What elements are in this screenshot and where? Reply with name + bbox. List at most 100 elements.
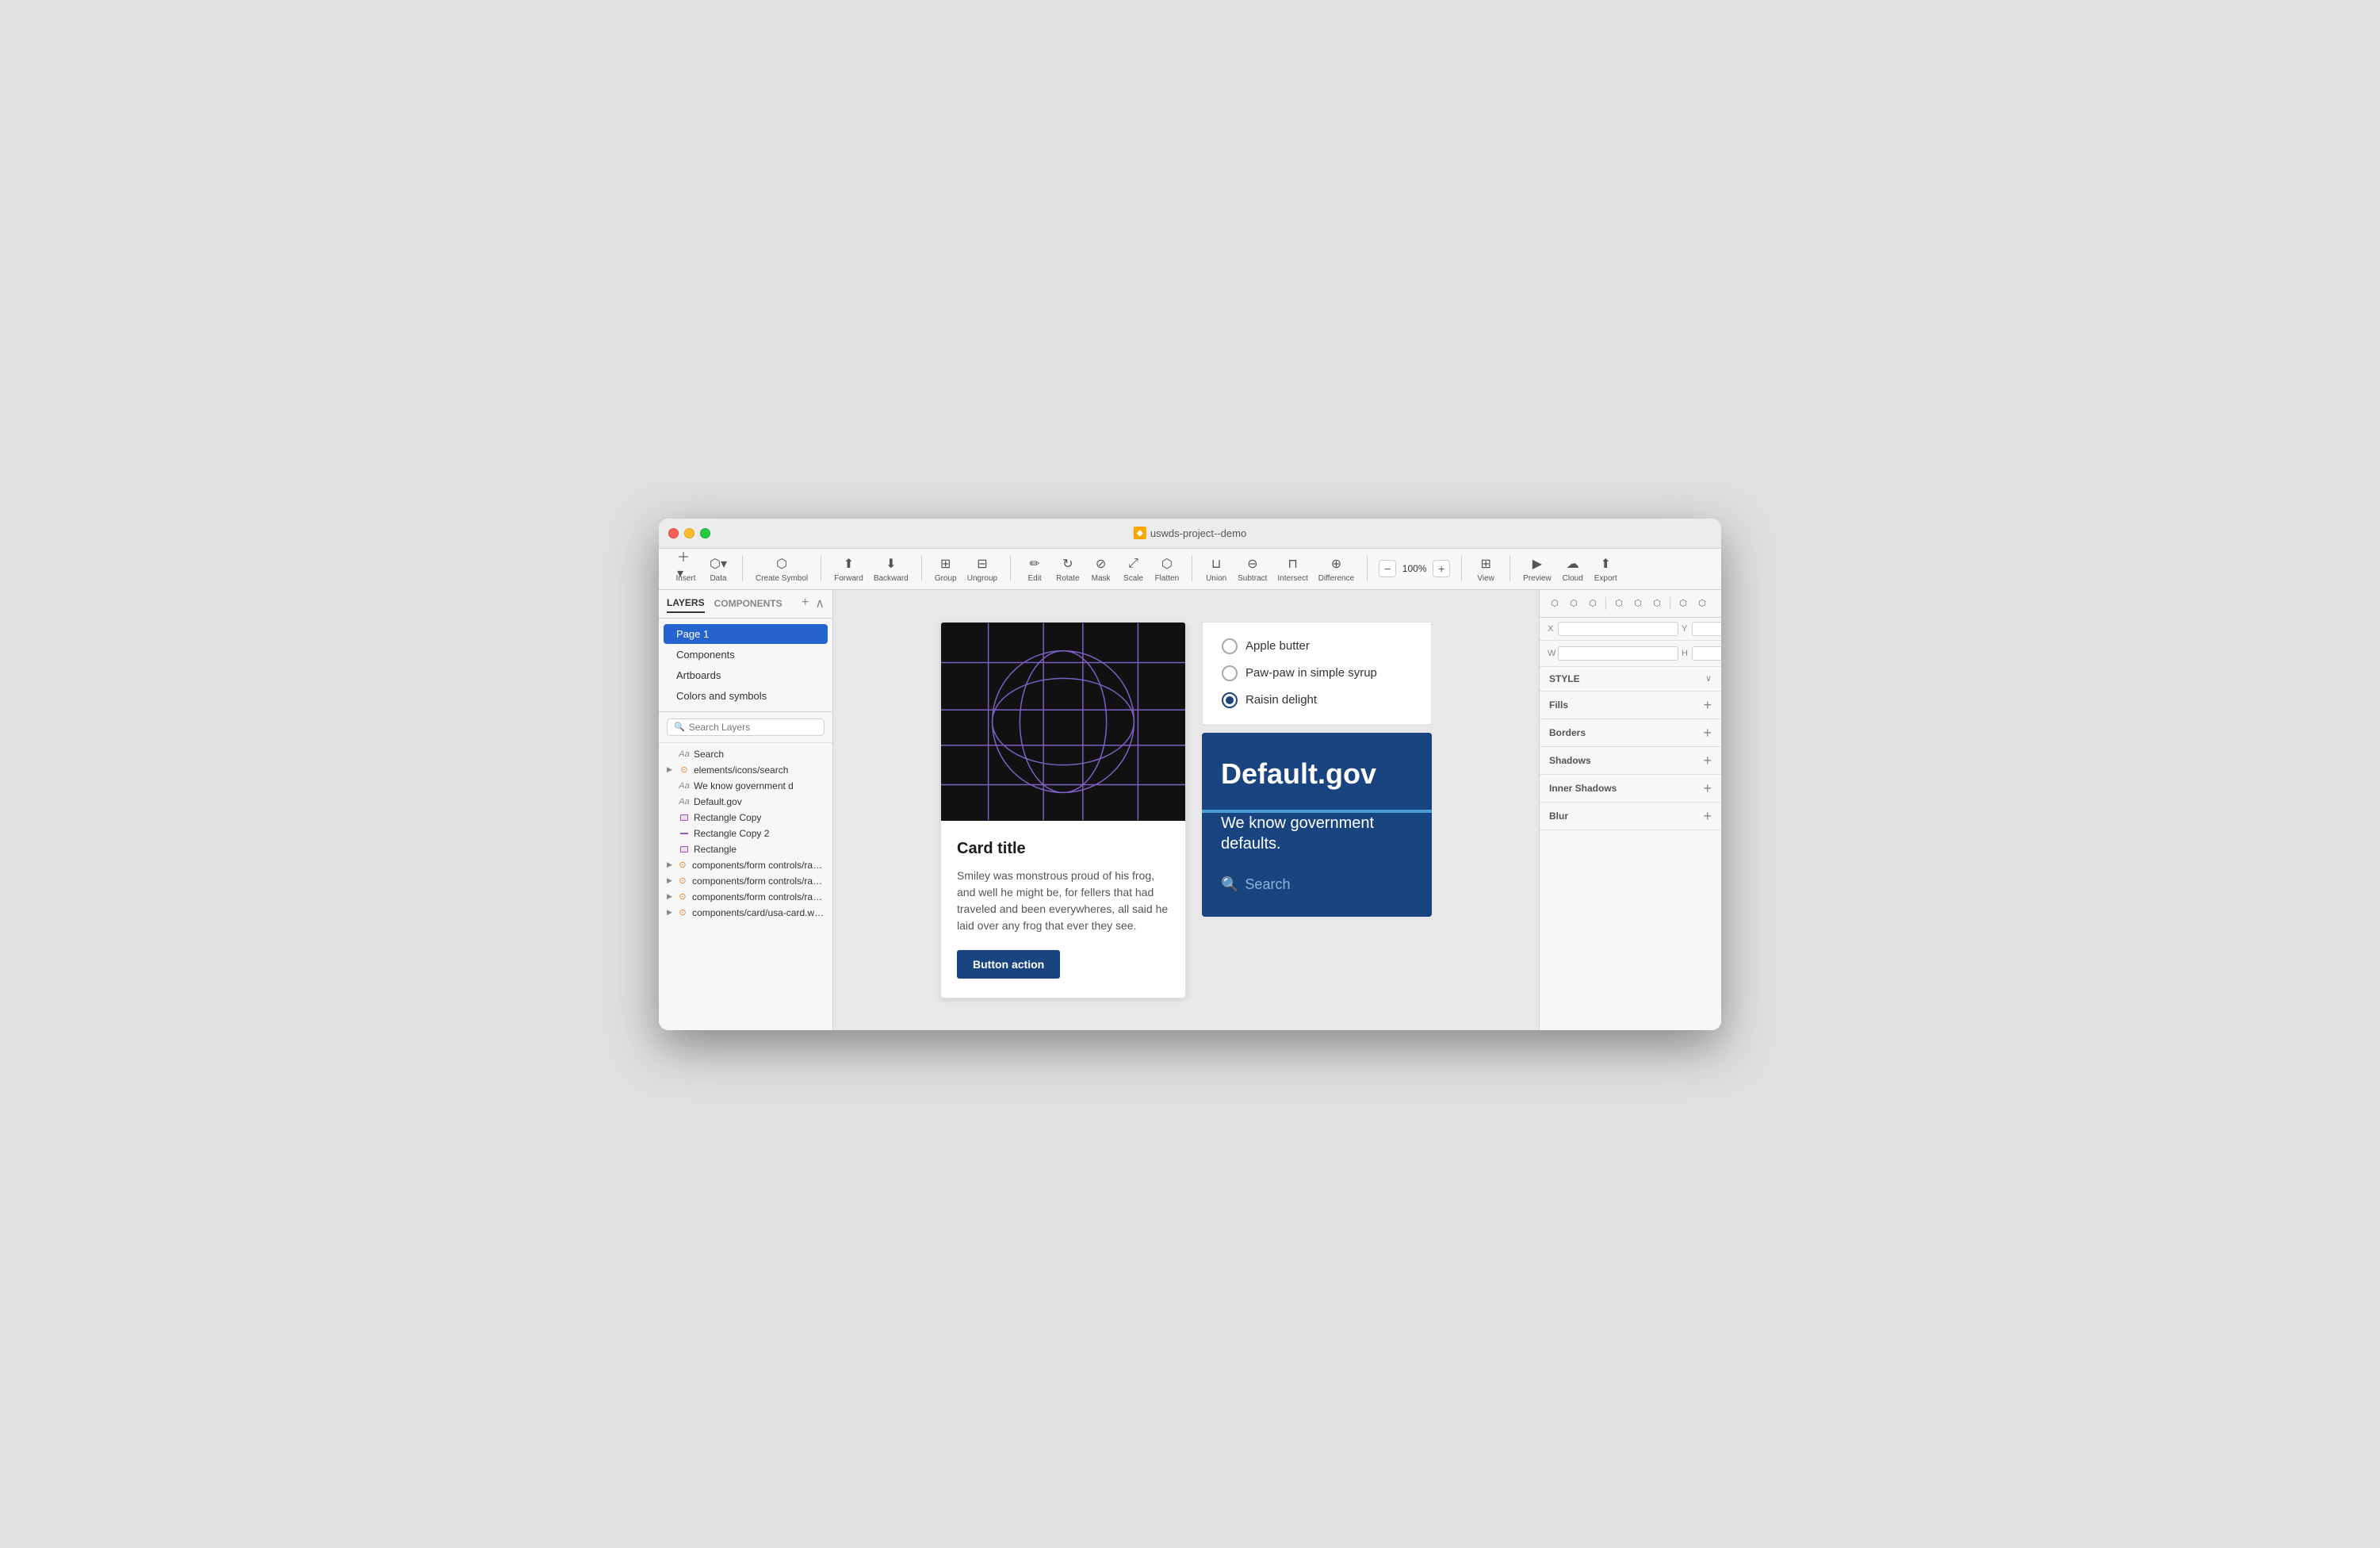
add-fill-button[interactable]: +: [1703, 698, 1712, 712]
list-item[interactable]: Rectangle Copy 2: [659, 826, 832, 841]
data-icon: ⬡▾: [710, 555, 727, 573]
align-bottom-button[interactable]: ⬡: [1648, 595, 1666, 612]
layer-name: Search: [694, 749, 724, 760]
canvas-area[interactable]: Card title Smiley was monstrous proud of…: [833, 590, 1539, 1030]
h-input[interactable]: [1692, 646, 1721, 661]
add-inner-shadow-button[interactable]: +: [1703, 781, 1712, 795]
page-item-artboards[interactable]: Artboards: [664, 665, 828, 685]
fills-header[interactable]: Fills +: [1540, 692, 1721, 718]
preview-button[interactable]: ▶ Preview: [1518, 553, 1556, 585]
x-label: X: [1548, 624, 1555, 634]
align-left-button[interactable]: ⬡: [1546, 595, 1563, 612]
list-item[interactable]: ▶ ⊙ components/form controls/radio butto…: [659, 873, 832, 889]
collapse-sidebar-button[interactable]: ∧: [815, 596, 825, 611]
borders-header[interactable]: Borders +: [1540, 719, 1721, 746]
zoom-plus-button[interactable]: +: [1433, 560, 1450, 577]
radio-circle-2[interactable]: [1222, 665, 1238, 681]
coords-wh-row: W H 🔒 ⬡: [1540, 641, 1721, 667]
w-input[interactable]: [1558, 646, 1678, 661]
page-item-colors[interactable]: Colors and symbols: [664, 686, 828, 706]
layer-name: components/form controls/radio butto...: [692, 876, 825, 887]
radio-circle-1[interactable]: [1222, 638, 1238, 654]
preview-icon: ▶: [1529, 555, 1546, 573]
distribute-v-button[interactable]: ⬡: [1693, 595, 1711, 612]
list-item[interactable]: Rectangle Copy: [659, 810, 832, 826]
page-item-components[interactable]: Components: [664, 645, 828, 665]
data-button[interactable]: ⬡▾ Data: [702, 553, 734, 585]
list-item[interactable]: ▶ ⊙ components/form controls/radio butto…: [659, 889, 832, 905]
x-input[interactable]: [1558, 622, 1678, 636]
expand-arrow: ▶: [667, 860, 673, 869]
align-right-button[interactable]: ⬡: [1584, 595, 1601, 612]
export-button[interactable]: ⬆ Export: [1590, 553, 1622, 585]
union-button[interactable]: ⊔ Union: [1200, 553, 1232, 585]
gov-card: Default.gov We know government defaults.…: [1202, 733, 1432, 917]
list-item[interactable]: ▶ ⊙ components/card/usa-card.with-medi..…: [659, 905, 832, 921]
insert-button[interactable]: ＋▾ Insert: [670, 553, 702, 585]
blur-section: Blur +: [1540, 803, 1721, 830]
radio-item-3[interactable]: Raisin delight: [1222, 692, 1412, 708]
align-top-button[interactable]: ⬡: [1610, 595, 1628, 612]
shadows-header[interactable]: Shadows +: [1540, 747, 1721, 774]
tab-layers[interactable]: LAYERS: [667, 594, 705, 613]
separator-6: [1367, 556, 1368, 581]
subtract-button[interactable]: ⊖ Subtract: [1233, 553, 1272, 585]
add-blur-button[interactable]: +: [1703, 809, 1712, 823]
add-border-button[interactable]: +: [1703, 726, 1712, 740]
intersect-button[interactable]: ⊓ Intersect: [1272, 553, 1312, 585]
card-text: Smiley was monstrous proud of his frog, …: [957, 868, 1169, 934]
flatten-label: Flatten: [1155, 574, 1180, 583]
difference-button[interactable]: ⊕ Difference: [1314, 553, 1359, 585]
page-item-page1[interactable]: Page 1: [664, 624, 828, 644]
inner-shadows-header[interactable]: Inner Shadows +: [1540, 775, 1721, 802]
layers-search: 🔍: [659, 712, 832, 743]
edit-button[interactable]: ✏ Edit: [1019, 553, 1050, 585]
blur-header[interactable]: Blur +: [1540, 803, 1721, 830]
ungroup-button[interactable]: ⊟ Ungroup: [962, 553, 1002, 585]
view-label: View: [1477, 574, 1494, 583]
create-symbol-icon: ⬡: [773, 555, 790, 573]
create-symbol-button[interactable]: ⬡ Create Symbol: [751, 553, 813, 585]
forward-button[interactable]: ⬆ Forward: [829, 553, 868, 585]
align-center-v-button[interactable]: ⬡: [1629, 595, 1647, 612]
group-button[interactable]: ⊞ Group: [930, 553, 962, 585]
scale-button[interactable]: ⤢ Scale: [1118, 553, 1150, 585]
list-item[interactable]: Rectangle: [659, 841, 832, 857]
zoom-minus-button[interactable]: −: [1379, 560, 1396, 577]
shadows-section: Shadows +: [1540, 747, 1721, 775]
rotate-button[interactable]: ↻ Rotate: [1051, 553, 1084, 585]
expand-arrow: ▶: [667, 876, 673, 885]
close-button[interactable]: [668, 528, 679, 538]
flatten-button[interactable]: ⬡ Flatten: [1150, 553, 1184, 585]
style-header[interactable]: STYLE ∨: [1540, 667, 1721, 691]
traffic-lights: [668, 528, 710, 538]
layers-list: Aa Search ▶ ⊙ elements/icons/search Aa W…: [659, 743, 832, 1030]
y-input[interactable]: [1692, 622, 1721, 636]
add-layer-button[interactable]: +: [802, 596, 809, 611]
distribute-h-button[interactable]: ⬡: [1674, 595, 1692, 612]
view-button[interactable]: ⊞ View: [1470, 553, 1502, 585]
add-shadow-button[interactable]: +: [1703, 753, 1712, 768]
align-center-h-button[interactable]: ⬡: [1565, 595, 1582, 612]
list-item[interactable]: ▶ ⊙ elements/icons/search: [659, 762, 832, 778]
list-item[interactable]: Aa Search: [659, 746, 832, 762]
card-button[interactable]: Button action: [957, 950, 1060, 979]
minimize-button[interactable]: [684, 528, 694, 538]
search-input[interactable]: [689, 722, 817, 733]
fullscreen-button[interactable]: [700, 528, 710, 538]
radio-item-1[interactable]: Apple butter: [1222, 638, 1412, 654]
inspector-panel: ⬡ ⬡ ⬡ ⬡ ⬡ ⬡ ⬡ ⬡ X Y: [1539, 590, 1721, 1030]
radio-circle-3[interactable]: [1222, 692, 1238, 708]
preview-label: Preview: [1523, 574, 1552, 583]
cloud-button[interactable]: ☁ Cloud: [1557, 553, 1589, 585]
tab-components[interactable]: COMPONENTS: [714, 595, 782, 612]
backward-button[interactable]: ⬇ Backward: [869, 553, 913, 585]
list-item[interactable]: Aa Default.gov: [659, 794, 832, 810]
list-item[interactable]: Aa We know government d: [659, 778, 832, 794]
radio-item-2[interactable]: Paw-paw in simple syrup: [1222, 665, 1412, 681]
mask-button[interactable]: ⊘ Mask: [1085, 553, 1117, 585]
list-item[interactable]: ▶ ⊙ components/form controls/radio butto…: [659, 857, 832, 873]
group-label: Group: [935, 574, 957, 583]
backward-label: Backward: [874, 574, 909, 583]
rotate-label: Rotate: [1056, 574, 1079, 583]
